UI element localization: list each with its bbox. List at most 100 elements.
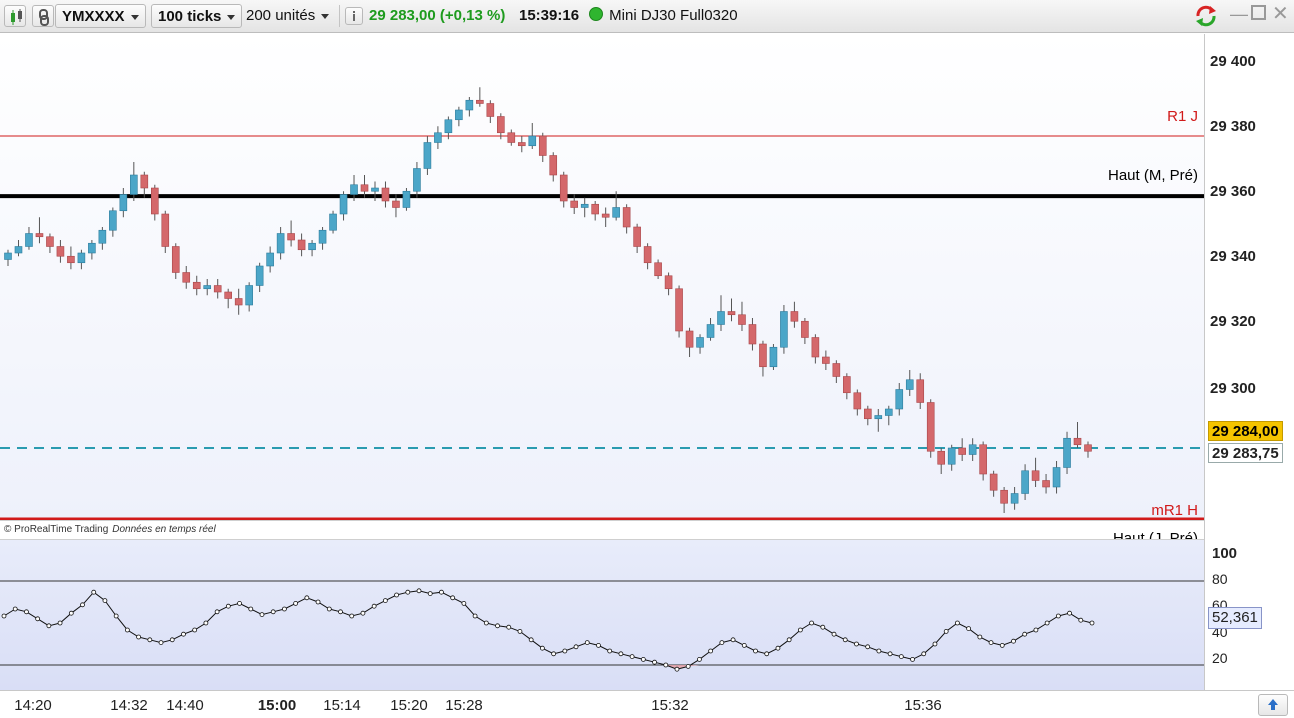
oscillator-point: [1044, 620, 1050, 626]
candle-body: [507, 132, 516, 143]
price-tick: 29 380: [1210, 118, 1256, 135]
oscillator-point: [416, 588, 422, 594]
oscillator-panel[interactable]: [0, 540, 1204, 690]
chevron-down-icon: [321, 13, 330, 19]
oscillator-point: [461, 601, 467, 606]
oscillator-point: [68, 610, 74, 616]
time-tick: 15:00: [257, 697, 297, 714]
oscillator-point: [753, 648, 758, 654]
candle-body: [1063, 437, 1071, 468]
candle-body: [874, 415, 883, 420]
connection-status-icon: [589, 7, 603, 21]
candle-body: [580, 203, 589, 208]
oscillator-point: [685, 664, 691, 669]
candle-body: [570, 200, 579, 208]
ticks-label: 100 ticks: [158, 8, 222, 25]
candle-body: [654, 262, 662, 277]
oscillator-point: [427, 591, 433, 596]
oscillator-point: [57, 620, 63, 626]
candle-body: [517, 142, 526, 147]
units-selector[interactable]: 200 unités: [246, 4, 330, 28]
last-price-box: 29 283,75: [1208, 443, 1283, 463]
level-label-mr1h: mR1 H: [1151, 502, 1198, 519]
oscillator-point: [169, 637, 175, 643]
refresh-icon[interactable]: [1192, 3, 1222, 27]
symbol-label: YMXXXX: [62, 8, 125, 25]
oscillator-point: [12, 606, 18, 612]
candle-body: [1031, 470, 1040, 481]
candle-body: [318, 229, 327, 244]
minimize-icon[interactable]: —: [1230, 2, 1248, 26]
oscillator-point: [24, 609, 29, 615]
candle-body: [528, 135, 537, 147]
oscillator-point: [315, 599, 321, 605]
candle-body: [738, 314, 746, 325]
info-icon[interactable]: [345, 7, 363, 25]
candle-body: [161, 213, 170, 247]
scroll-end-button[interactable]: [1258, 694, 1288, 716]
oscillator-point: [730, 637, 736, 643]
oscillator-point: [596, 643, 601, 648]
oscillator-point: [338, 609, 343, 615]
candle-body: [287, 233, 295, 241]
maximize-icon[interactable]: [1251, 4, 1266, 28]
oscillator-point: [35, 616, 41, 622]
oscillator-point: [248, 606, 254, 612]
candle-body: [150, 187, 159, 215]
oscillator-point: [304, 595, 310, 601]
candle-body: [476, 99, 484, 104]
oscillator-point: [775, 645, 781, 651]
oscillator-line: [3, 590, 1093, 670]
candle-body: [622, 207, 631, 228]
oscillator-point: [517, 629, 523, 634]
oscillator-point: [80, 602, 85, 608]
level-label-haut-m: Haut (M, Pré): [1107, 167, 1198, 184]
arrow-up-icon: [1268, 699, 1278, 710]
candle-body: [276, 233, 285, 254]
candle-body: [947, 447, 956, 465]
price-change: 29 283,00 (+0,13 %): [369, 7, 506, 24]
oscillator-point: [719, 640, 725, 645]
oscillator-point: [1055, 613, 1061, 619]
oscillator-point: [966, 626, 972, 631]
candle-body: [612, 207, 620, 218]
ticks-selector[interactable]: 100 ticks: [151, 4, 243, 28]
oscillator-point: [495, 623, 500, 629]
oscillator-point: [1078, 617, 1084, 623]
chart-type-icon[interactable]: [4, 5, 26, 27]
time-tick: 15:14: [323, 697, 361, 714]
toolbar: YMXXXX 100 ticks 200 unités 29 283,00 (+…: [0, 0, 1294, 33]
oscillator-point: [439, 589, 444, 595]
symbol-selector[interactable]: YMXXXX: [55, 4, 146, 28]
candle-body: [591, 203, 599, 215]
time-axis[interactable]: 14:20 14:32 14:40 15:00 15:14 15:20 15:2…: [0, 690, 1294, 718]
price-tick: 29 340: [1210, 248, 1256, 265]
candle-body: [392, 200, 400, 208]
candle-body: [308, 242, 316, 251]
candle-body: [1084, 444, 1092, 452]
close-icon[interactable]: ✕: [1272, 2, 1289, 26]
candle-body: [801, 320, 809, 338]
oscillator-point: [797, 627, 803, 633]
candle-body: [171, 246, 180, 273]
oscillator-point: [282, 606, 287, 612]
candle-body: [88, 242, 96, 254]
oscillator-point: [102, 598, 108, 603]
oscillator-point: [820, 624, 826, 630]
candle-body: [350, 184, 358, 195]
oscillator-point: [46, 623, 52, 629]
current-price-box: 29 284,00: [1208, 421, 1283, 441]
link-icon[interactable]: [32, 5, 54, 27]
time-tick: 14:20: [14, 697, 52, 714]
candle-body: [811, 337, 820, 358]
oscillator-point: [977, 634, 983, 640]
price-tick: 29 360: [1210, 183, 1256, 200]
price-tick: 29 400: [1210, 53, 1256, 70]
oscillator-point: [1067, 610, 1072, 616]
candle-body: [255, 265, 264, 286]
candle-body: [360, 184, 369, 192]
price-chart[interactable]: R1 J Haut (M, Pré) mR1 H: [0, 34, 1204, 520]
candle-body: [56, 246, 65, 257]
oscillator-point: [472, 613, 478, 619]
oscillator-point: [394, 592, 399, 598]
